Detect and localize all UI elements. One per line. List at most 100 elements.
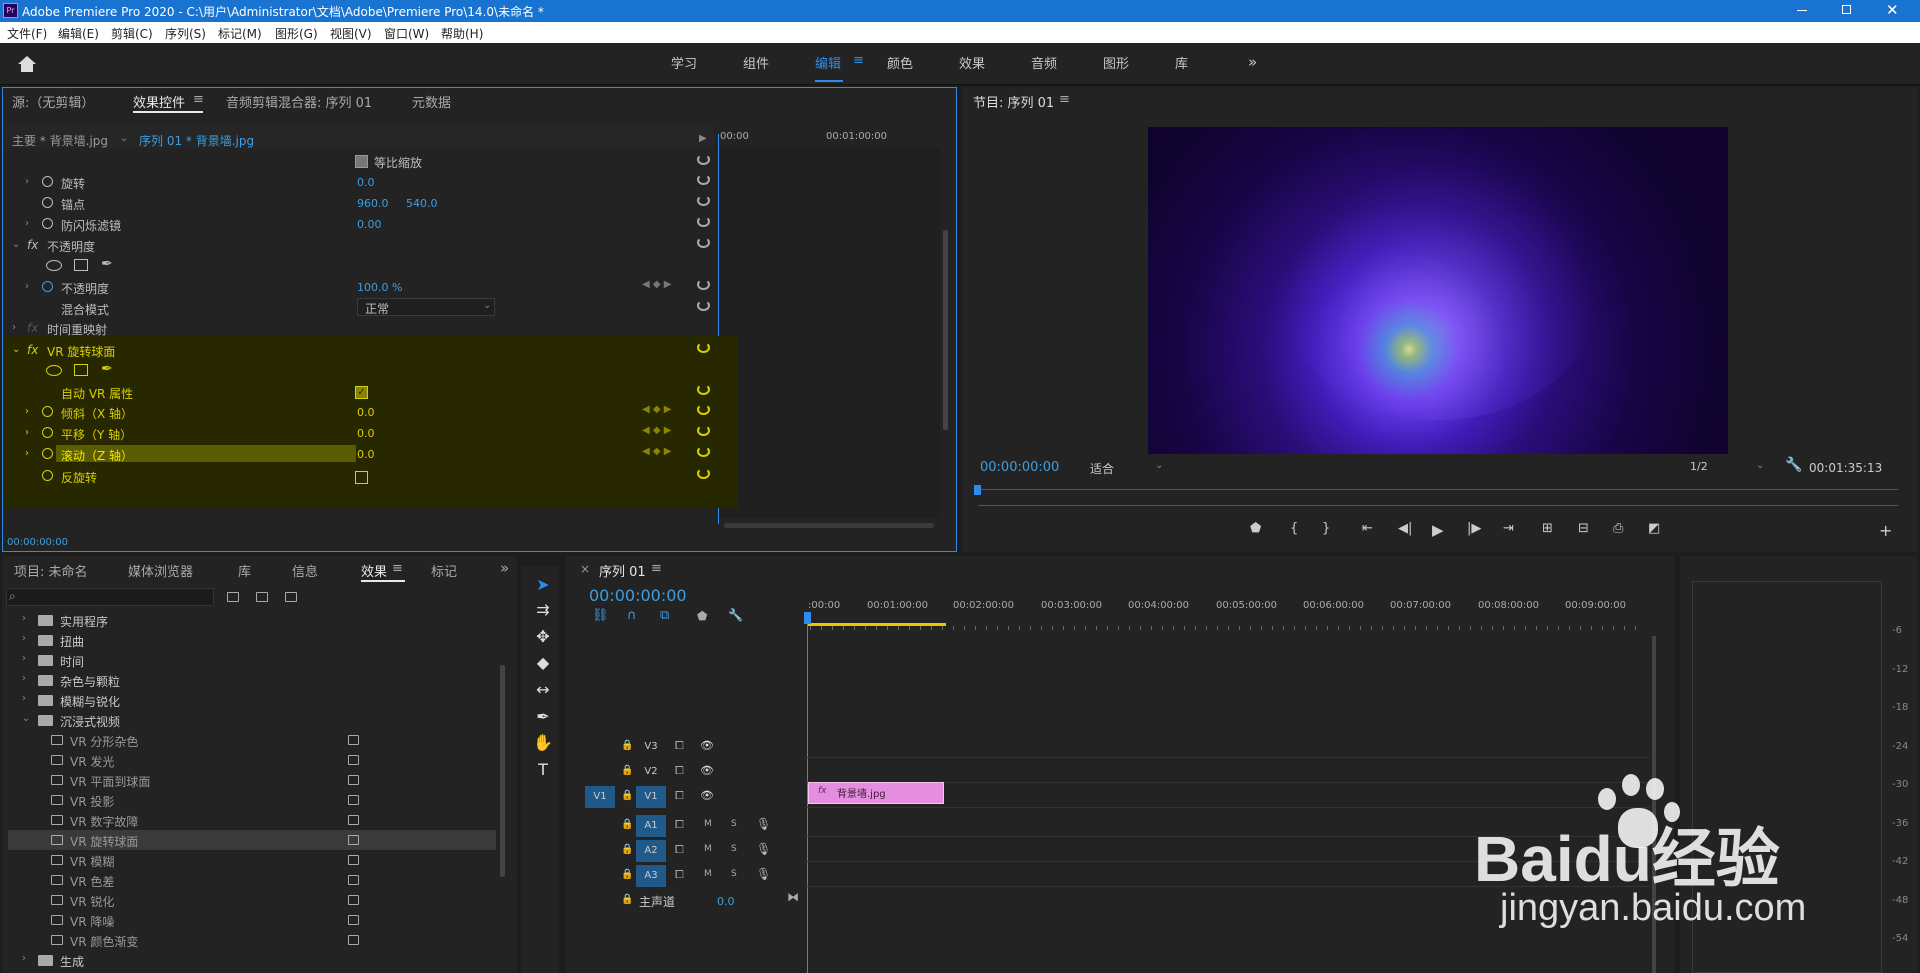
workspace-menu-icon[interactable]: ≡ (853, 53, 864, 68)
opacity-value[interactable]: 100.0 % (357, 281, 402, 294)
step-back-icon[interactable]: ◀| (1398, 521, 1412, 536)
stopwatch-icon[interactable] (42, 197, 53, 208)
program-title[interactable]: 节目: 序列 01 (973, 92, 1054, 111)
fit-dropdown[interactable]: 适合 (1090, 460, 1114, 477)
expand-icon[interactable]: › (22, 613, 26, 624)
32bit-effects-icon[interactable] (256, 592, 268, 602)
expand-icon[interactable]: › (22, 653, 26, 664)
dropdown-chevron-icon[interactable]: ⌄ (483, 300, 491, 311)
uniform-scale-checkbox[interactable] (355, 155, 368, 168)
track-target-v1[interactable]: V1 (636, 786, 666, 808)
lift-icon[interactable]: ⊞ (1542, 521, 1553, 536)
workspace-audio[interactable]: 音频 (1031, 53, 1057, 72)
stopwatch-icon[interactable] (42, 281, 53, 292)
mark-out-icon[interactable]: } (1322, 521, 1330, 536)
program-menu-icon[interactable]: ≡ (1059, 92, 1070, 107)
export-frame-icon[interactable]: ⎙ (1613, 521, 1623, 536)
auto-vr-checkbox[interactable]: ✓ (355, 386, 368, 399)
pen-mask-icon[interactable]: ✒ (101, 256, 113, 272)
effects-folder[interactable]: 扭曲 (60, 633, 84, 650)
tab-menu-icon[interactable]: ≡ (193, 92, 204, 107)
rotation-value[interactable]: 0.0 (357, 176, 375, 189)
solo-button[interactable]: S (731, 869, 737, 879)
expand-icon[interactable]: › (25, 448, 29, 459)
menu-clip[interactable]: 剪辑(C) (111, 25, 153, 42)
expand-icon[interactable]: › (25, 281, 29, 292)
tab-metadata[interactable]: 元数据 (412, 92, 451, 111)
nest-toggle-icon[interactable]: ⛓ (592, 608, 609, 623)
collapse-icon[interactable]: ⌄ (22, 713, 30, 724)
mute-button[interactable]: M (704, 819, 712, 829)
tab-effect-controls[interactable]: 效果控件 (133, 92, 185, 111)
reset-icon[interactable] (697, 195, 710, 206)
tab-source[interactable]: 源:（无剪辑） (12, 92, 94, 111)
workspace-effects[interactable]: 效果 (959, 53, 985, 72)
effects-folder[interactable]: 实用程序 (60, 613, 108, 630)
home-icon[interactable] (18, 56, 36, 64)
go-to-out-icon[interactable]: ⇥ (1503, 521, 1514, 536)
reset-icon[interactable] (697, 279, 710, 290)
keyframe-nav-icon[interactable]: ◀ ◆ ▶ (642, 279, 671, 290)
keyframe-nav-icon[interactable]: ◀ ◆ ▶ (642, 425, 671, 436)
sync-lock-icon[interactable]: ⧠ (675, 843, 684, 857)
ellipse-mask-icon[interactable] (46, 260, 62, 271)
stopwatch-icon[interactable] (42, 176, 53, 187)
expand-icon[interactable]: › (12, 322, 16, 333)
hand-tool-icon[interactable]: ✋ (532, 733, 554, 755)
clip-dropdown-icon[interactable]: ⌄ (120, 133, 128, 144)
flicker-value[interactable]: 0.00 (357, 218, 382, 231)
eye-icon[interactable]: 👁 (700, 739, 714, 752)
mute-button[interactable]: M (704, 844, 712, 854)
expand-icon[interactable]: › (22, 953, 26, 964)
add-marker-icon[interactable]: ⬟ (1250, 521, 1261, 536)
tilt-value[interactable]: 0.0 (357, 406, 375, 419)
reset-icon[interactable] (697, 468, 710, 479)
close-sequence-icon[interactable]: × (580, 562, 590, 576)
minimize-icon[interactable] (1797, 10, 1807, 11)
more-tabs-icon[interactable]: » (500, 559, 509, 577)
resolution-dropdown[interactable]: 1/2 (1690, 460, 1708, 473)
reset-icon[interactable] (697, 216, 710, 227)
reset-icon[interactable] (697, 446, 710, 457)
source-patch-v1[interactable]: V1 (585, 786, 615, 808)
expand-icon[interactable]: › (25, 176, 29, 187)
snap-icon[interactable]: ∩ (627, 608, 637, 623)
eye-icon[interactable]: 👁 (700, 764, 714, 777)
pen-tool-icon[interactable]: ✒ (532, 707, 554, 729)
expand-icon[interactable]: › (25, 218, 29, 229)
tab-markers[interactable]: 标记 (431, 561, 457, 580)
effects-folder[interactable]: 时间 (60, 653, 84, 670)
tab-media-browser[interactable]: 媒体浏览器 (128, 561, 193, 580)
expand-icon[interactable]: › (25, 406, 29, 417)
effects-folder[interactable]: 沉浸式视频 (60, 713, 120, 730)
sync-lock-icon[interactable]: ⧠ (675, 868, 684, 882)
effect-item[interactable]: VR 平面到球面 (70, 773, 150, 790)
restore-icon[interactable] (1842, 5, 1851, 14)
eye-icon[interactable]: 👁 (700, 789, 714, 802)
effects-folder[interactable]: 生成 (60, 953, 84, 970)
go-to-in-icon[interactable]: ⇤ (1362, 521, 1373, 536)
reset-icon[interactable] (697, 425, 710, 436)
linked-selection-icon[interactable]: ⧉ (660, 608, 669, 623)
yuv-effects-icon[interactable] (285, 592, 297, 602)
ec-play-icon[interactable]: ▶ (699, 133, 707, 144)
effect-item[interactable]: VR 分形杂色 (70, 733, 138, 750)
reverse-checkbox[interactable] (355, 471, 368, 484)
expand-icon[interactable]: › (22, 633, 26, 644)
reset-icon[interactable] (697, 342, 710, 353)
dropdown-chevron-icon[interactable]: ⌄ (1756, 460, 1764, 471)
voiceover-mic-icon[interactable]: 🎙 (756, 842, 771, 856)
fx-badge-icon[interactable]: fx (27, 238, 38, 252)
collapse-icon[interactable]: ⌄ (12, 239, 20, 250)
reset-icon[interactable] (697, 154, 710, 165)
mute-button[interactable]: M (704, 869, 712, 879)
collapse-icon[interactable]: ⌄ (12, 344, 20, 355)
effects-folder[interactable]: 模糊与锐化 (60, 693, 120, 710)
menu-graphics[interactable]: 图形(G) (275, 25, 318, 42)
sequence-clip-label[interactable]: 序列 01 * 背景墙.jpg (139, 132, 254, 149)
ec-zoom-bar[interactable] (724, 523, 934, 528)
menu-edit[interactable]: 编辑(E) (58, 25, 99, 42)
close-icon[interactable]: ✕ (1886, 1, 1899, 19)
timeline-settings-icon[interactable]: 🔧 (728, 608, 743, 622)
stopwatch-icon[interactable] (42, 218, 53, 229)
